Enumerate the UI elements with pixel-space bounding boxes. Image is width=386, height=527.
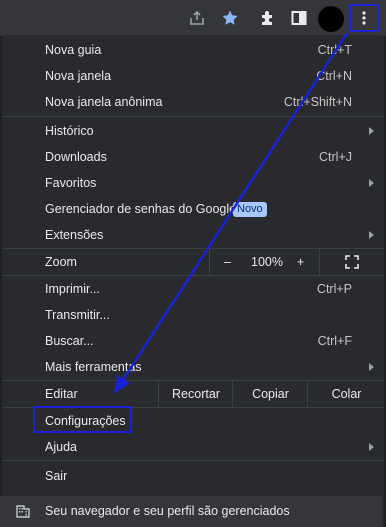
menu-item-more-tools[interactable]: Mais ferramentas bbox=[2, 354, 384, 380]
menu-item-history[interactable]: Histórico bbox=[2, 118, 384, 144]
menu-item-passwords[interactable]: Gerenciador de senhas do Google Novo bbox=[2, 196, 384, 222]
new-badge: Novo bbox=[233, 202, 267, 217]
avatar[interactable] bbox=[318, 6, 344, 32]
menu-divider bbox=[2, 116, 384, 117]
menu-item-label: Editar bbox=[45, 387, 78, 401]
menu-item-label: Buscar... bbox=[45, 334, 94, 348]
menu-item-new-window[interactable]: Nova janela Ctrl+N bbox=[2, 63, 384, 89]
chevron-right-icon bbox=[369, 179, 374, 187]
star-icon[interactable] bbox=[218, 6, 242, 30]
menu-item-label: Imprimir... bbox=[45, 282, 100, 296]
zoom-out-button[interactable]: – bbox=[224, 249, 231, 275]
extensions-icon[interactable] bbox=[256, 6, 280, 30]
chrome-main-menu: Nova guia Ctrl+T Nova janela Ctrl+N Nova… bbox=[2, 35, 384, 527]
menu-item-edit: Editar Recortar Copiar Colar bbox=[2, 381, 384, 407]
chevron-right-icon bbox=[369, 231, 374, 239]
fullscreen-button[interactable] bbox=[319, 249, 385, 275]
menu-item-label: Favoritos bbox=[45, 176, 97, 190]
shortcut-label: Ctrl+Shift+N bbox=[283, 95, 352, 109]
browser-toolbar bbox=[0, 0, 386, 36]
menu-item-new-tab[interactable]: Nova guia Ctrl+T bbox=[2, 37, 384, 63]
building-icon bbox=[16, 505, 30, 518]
chevron-right-icon bbox=[369, 127, 374, 135]
menu-item-label: Extensões bbox=[45, 228, 104, 242]
menu-item-zoom: Zoom – 100% + bbox=[2, 249, 384, 275]
shortcut-label: Ctrl+T bbox=[317, 43, 352, 57]
menu-item-label: Gerenciador de senhas do Google bbox=[45, 202, 237, 216]
zoom-in-button[interactable]: + bbox=[297, 249, 304, 275]
menu-item-label: Nova guia bbox=[45, 43, 102, 57]
menu-item-label: Nova janela anônima bbox=[45, 95, 163, 109]
menu-item-find[interactable]: Buscar... Ctrl+F bbox=[2, 328, 384, 354]
shortcut-label: Ctrl+P bbox=[316, 282, 352, 296]
menu-item-label: Downloads bbox=[45, 150, 107, 164]
zoom-controls: – 100% + bbox=[209, 249, 320, 275]
menu-item-label: Zoom bbox=[45, 255, 77, 269]
copy-button[interactable]: Copiar bbox=[232, 381, 308, 407]
menu-item-exit[interactable]: Sair bbox=[2, 463, 384, 489]
paste-button[interactable]: Colar bbox=[307, 381, 385, 407]
menu-item-downloads[interactable]: Downloads Ctrl+J bbox=[2, 144, 384, 170]
menu-item-incognito[interactable]: Nova janela anônima Ctrl+Shift+N bbox=[2, 89, 384, 115]
share-icon[interactable] bbox=[185, 6, 209, 30]
zoom-level: 100% bbox=[251, 255, 283, 269]
menu-item-label: Ajuda bbox=[45, 440, 77, 454]
shortcut-label: Ctrl+N bbox=[316, 69, 352, 83]
menu-item-label: Transmitir... bbox=[45, 308, 110, 322]
menu-item-print[interactable]: Imprimir... Ctrl+P bbox=[2, 276, 384, 302]
chevron-right-icon bbox=[369, 443, 374, 451]
menu-item-label: Nova janela bbox=[45, 69, 112, 83]
managed-browser-notice[interactable]: Seu navegador e seu perfil são gerenciad… bbox=[0, 496, 382, 527]
menu-item-label: Histórico bbox=[45, 124, 94, 138]
cut-button[interactable]: Recortar bbox=[158, 381, 233, 407]
menu-item-label: Mais ferramentas bbox=[45, 360, 142, 374]
chevron-right-icon bbox=[369, 363, 374, 371]
menu-divider bbox=[2, 460, 384, 461]
shortcut-label: Ctrl+J bbox=[319, 150, 352, 164]
menu-item-help[interactable]: Ajuda bbox=[2, 434, 384, 460]
settings-highlight-box bbox=[33, 406, 132, 433]
side-panel-icon[interactable] bbox=[287, 6, 311, 30]
managed-label: Seu navegador e seu perfil são gerenciad… bbox=[45, 504, 290, 518]
menu-item-extensions[interactable]: Extensões bbox=[2, 222, 384, 248]
menu-item-bookmarks[interactable]: Favoritos bbox=[2, 170, 384, 196]
menu-item-label: Sair bbox=[45, 469, 68, 483]
menu-item-cast[interactable]: Transmitir... bbox=[2, 302, 384, 328]
shortcut-label: Ctrl+F bbox=[317, 334, 352, 348]
menu-icon[interactable] bbox=[349, 4, 379, 32]
fullscreen-icon bbox=[345, 255, 359, 269]
